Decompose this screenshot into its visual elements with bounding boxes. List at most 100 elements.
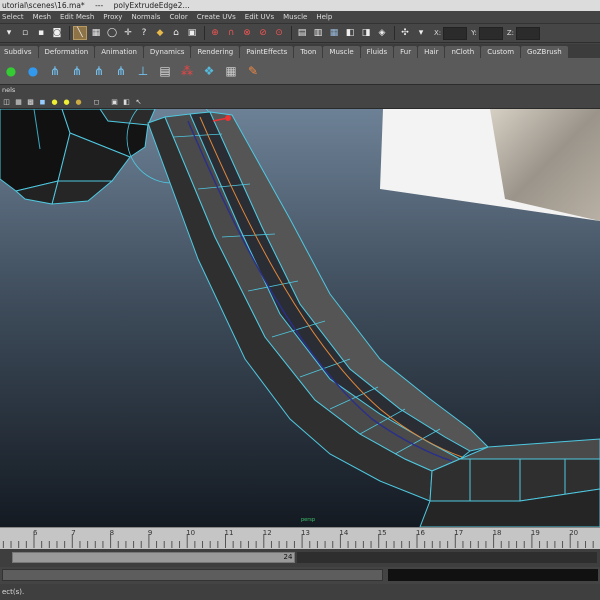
- paint-tool-icon[interactable]: ✎: [244, 62, 262, 80]
- ik-handle-icon[interactable]: ⋔: [68, 62, 86, 80]
- hypershade-icon[interactable]: ◈: [375, 26, 389, 40]
- perspective-viewport[interactable]: persp: [0, 109, 600, 527]
- menu-edit-mesh[interactable]: Edit Mesh: [60, 13, 94, 21]
- paint-weights-icon[interactable]: ▤: [156, 62, 174, 80]
- shelf-tab-animation[interactable]: Animation: [95, 46, 143, 58]
- title-separator: ---: [95, 1, 104, 10]
- command-result-field: [388, 569, 598, 581]
- shelf-tab-toon[interactable]: Toon: [294, 46, 323, 58]
- move-tool-icon[interactable]: ✛: [121, 26, 135, 40]
- rigid-bind-icon[interactable]: ⋔: [112, 62, 130, 80]
- manipulator-handle-icon[interactable]: [225, 115, 231, 121]
- ruler-frame-label: 14: [339, 529, 348, 537]
- open-scene-icon[interactable]: ▪: [34, 26, 48, 40]
- shelf-icon-row: ● ● ⋔ ⋔ ⋔ ⋔ ⊥ ▤ ⁂ ❖ ▦ ✎: [0, 58, 600, 85]
- shelf-tab-deformation[interactable]: Deformation: [38, 46, 95, 58]
- cluster-icon[interactable]: ⁂: [178, 62, 196, 80]
- shelf-tab-gozbrush[interactable]: GoZBrush: [521, 46, 568, 58]
- green-sphere-icon[interactable]: ●: [2, 62, 20, 80]
- isolate-icon[interactable]: ▣: [110, 97, 119, 106]
- scene-path: utorial\scenes\16.ma*: [2, 1, 85, 10]
- help-question-icon[interactable]: ?: [137, 26, 151, 40]
- shadows-icon[interactable]: ●: [74, 97, 83, 106]
- menu-set-chevron-icon[interactable]: ▾: [2, 26, 16, 40]
- menu-normals[interactable]: Normals: [131, 13, 160, 21]
- panels-menu[interactable]: nels: [2, 86, 15, 94]
- history-icon[interactable]: ▤: [295, 26, 309, 40]
- menu-proxy[interactable]: Proxy: [103, 13, 122, 21]
- wireframe-icon[interactable]: ▦: [14, 97, 23, 106]
- lasso-icon[interactable]: ◯: [105, 26, 119, 40]
- snap-point-icon[interactable]: ⊗: [240, 26, 254, 40]
- y-coord-field[interactable]: [478, 26, 503, 40]
- shelf-tab-hair[interactable]: Hair: [418, 46, 445, 58]
- ruler-frame-label: 11: [225, 529, 234, 537]
- smooth-shade-icon[interactable]: ▩: [26, 97, 35, 106]
- z-coord-field[interactable]: [516, 26, 541, 40]
- panel-toolbar: ◫ ▦ ▩ ◼ ● ● ● ◻ ▣ ◧ ↖: [0, 95, 600, 109]
- ruler-frame-label: 7: [71, 529, 75, 537]
- shelf-tab-bar: Subdivs Deformation Animation Dynamics R…: [0, 44, 600, 58]
- xray-icon[interactable]: ◻: [92, 97, 101, 106]
- shelf-tab-muscle[interactable]: Muscle: [323, 46, 360, 58]
- all-lights-icon[interactable]: ●: [62, 97, 71, 106]
- input-field-icon[interactable]: ✣: [398, 26, 412, 40]
- construction-history-icon[interactable]: ▥: [311, 26, 325, 40]
- toolbar-divider: [69, 26, 70, 40]
- shelf-tab-painteffects[interactable]: PaintEffects: [240, 46, 294, 58]
- blend-shape-icon[interactable]: ❖: [200, 62, 218, 80]
- default-light-icon[interactable]: ●: [50, 97, 59, 106]
- textured-icon[interactable]: ◼: [38, 97, 47, 106]
- main-menu-bar: Select Mesh Edit Mesh Proxy Normals Colo…: [0, 11, 600, 23]
- new-scene-icon[interactable]: ▫: [18, 26, 32, 40]
- render-frame-icon[interactable]: ▦: [327, 26, 341, 40]
- input-mode-chevron-icon[interactable]: ▾: [414, 26, 428, 40]
- shelf-tab-ncloth[interactable]: nCloth: [445, 46, 481, 58]
- arrow-icon[interactable]: ↖: [134, 97, 143, 106]
- snap-icon[interactable]: ⌂: [169, 26, 183, 40]
- menu-select[interactable]: Select: [2, 13, 24, 21]
- menu-create-uvs[interactable]: Create UVs: [197, 13, 236, 21]
- snap-live-icon[interactable]: ⊙: [272, 26, 286, 40]
- x-coord-field[interactable]: [443, 26, 468, 40]
- lattice-icon[interactable]: ▦: [222, 62, 240, 80]
- camera-name-label: persp: [301, 517, 315, 523]
- time-slider-ruler[interactable]: 6 7 8 9 10 11 12 13 14 15 16 17 18 19 20: [0, 527, 600, 549]
- save-scene-icon[interactable]: ◙: [50, 26, 64, 40]
- bind-skin-icon[interactable]: ⋔: [90, 62, 108, 80]
- detach-skin-icon[interactable]: ⊥: [134, 62, 152, 80]
- shelf-tab-fluids[interactable]: Fluids: [360, 46, 394, 58]
- snap-plane-icon[interactable]: ⊘: [256, 26, 270, 40]
- ruler-frame-label: 18: [493, 529, 502, 537]
- help-line: ect(s).: [0, 584, 600, 600]
- range-slider-bar: 24: [0, 549, 600, 567]
- window-title-bar: utorial\scenes\16.ma* --- polyExtrudeEdg…: [0, 0, 600, 11]
- snap-curve-icon[interactable]: ∩: [224, 26, 238, 40]
- ipr-render-icon[interactable]: ◧: [343, 26, 357, 40]
- x-coord-label: X:: [434, 29, 442, 37]
- mel-command-input[interactable]: [2, 569, 383, 581]
- selected-object-name: polyExtrudeEdge2...: [113, 1, 190, 10]
- joint-tool-icon[interactable]: ⋔: [46, 62, 64, 80]
- menu-mesh[interactable]: Mesh: [33, 13, 51, 21]
- menu-edit-uvs[interactable]: Edit UVs: [245, 13, 274, 21]
- menu-muscle[interactable]: Muscle: [283, 13, 307, 21]
- resolution-gate-icon[interactable]: ◧: [122, 97, 131, 106]
- render-settings-icon[interactable]: ◨: [359, 26, 373, 40]
- blue-sphere-icon[interactable]: ●: [24, 62, 42, 80]
- snap-grid-icon[interactable]: ⊕: [208, 26, 222, 40]
- camera-icon[interactable]: ◫: [2, 97, 11, 106]
- shelf-tab-custom[interactable]: Custom: [481, 46, 521, 58]
- soft-select-icon[interactable]: ◆: [153, 26, 167, 40]
- shelf-tab-subdivs[interactable]: Subdivs: [0, 46, 38, 58]
- menu-color[interactable]: Color: [169, 13, 187, 21]
- lock-icon[interactable]: ▣: [185, 26, 199, 40]
- ruler-frame-label: 8: [110, 529, 114, 537]
- select-mode-icon[interactable]: ▦: [89, 26, 103, 40]
- shelf-tab-fur[interactable]: Fur: [394, 46, 418, 58]
- select-by-component-icon[interactable]: ╲: [73, 26, 87, 40]
- shelf-tab-rendering[interactable]: Rendering: [191, 46, 240, 58]
- shelf-tab-dynamics[interactable]: Dynamics: [143, 46, 191, 58]
- menu-help[interactable]: Help: [316, 13, 332, 21]
- range-slider[interactable]: 24: [12, 552, 295, 563]
